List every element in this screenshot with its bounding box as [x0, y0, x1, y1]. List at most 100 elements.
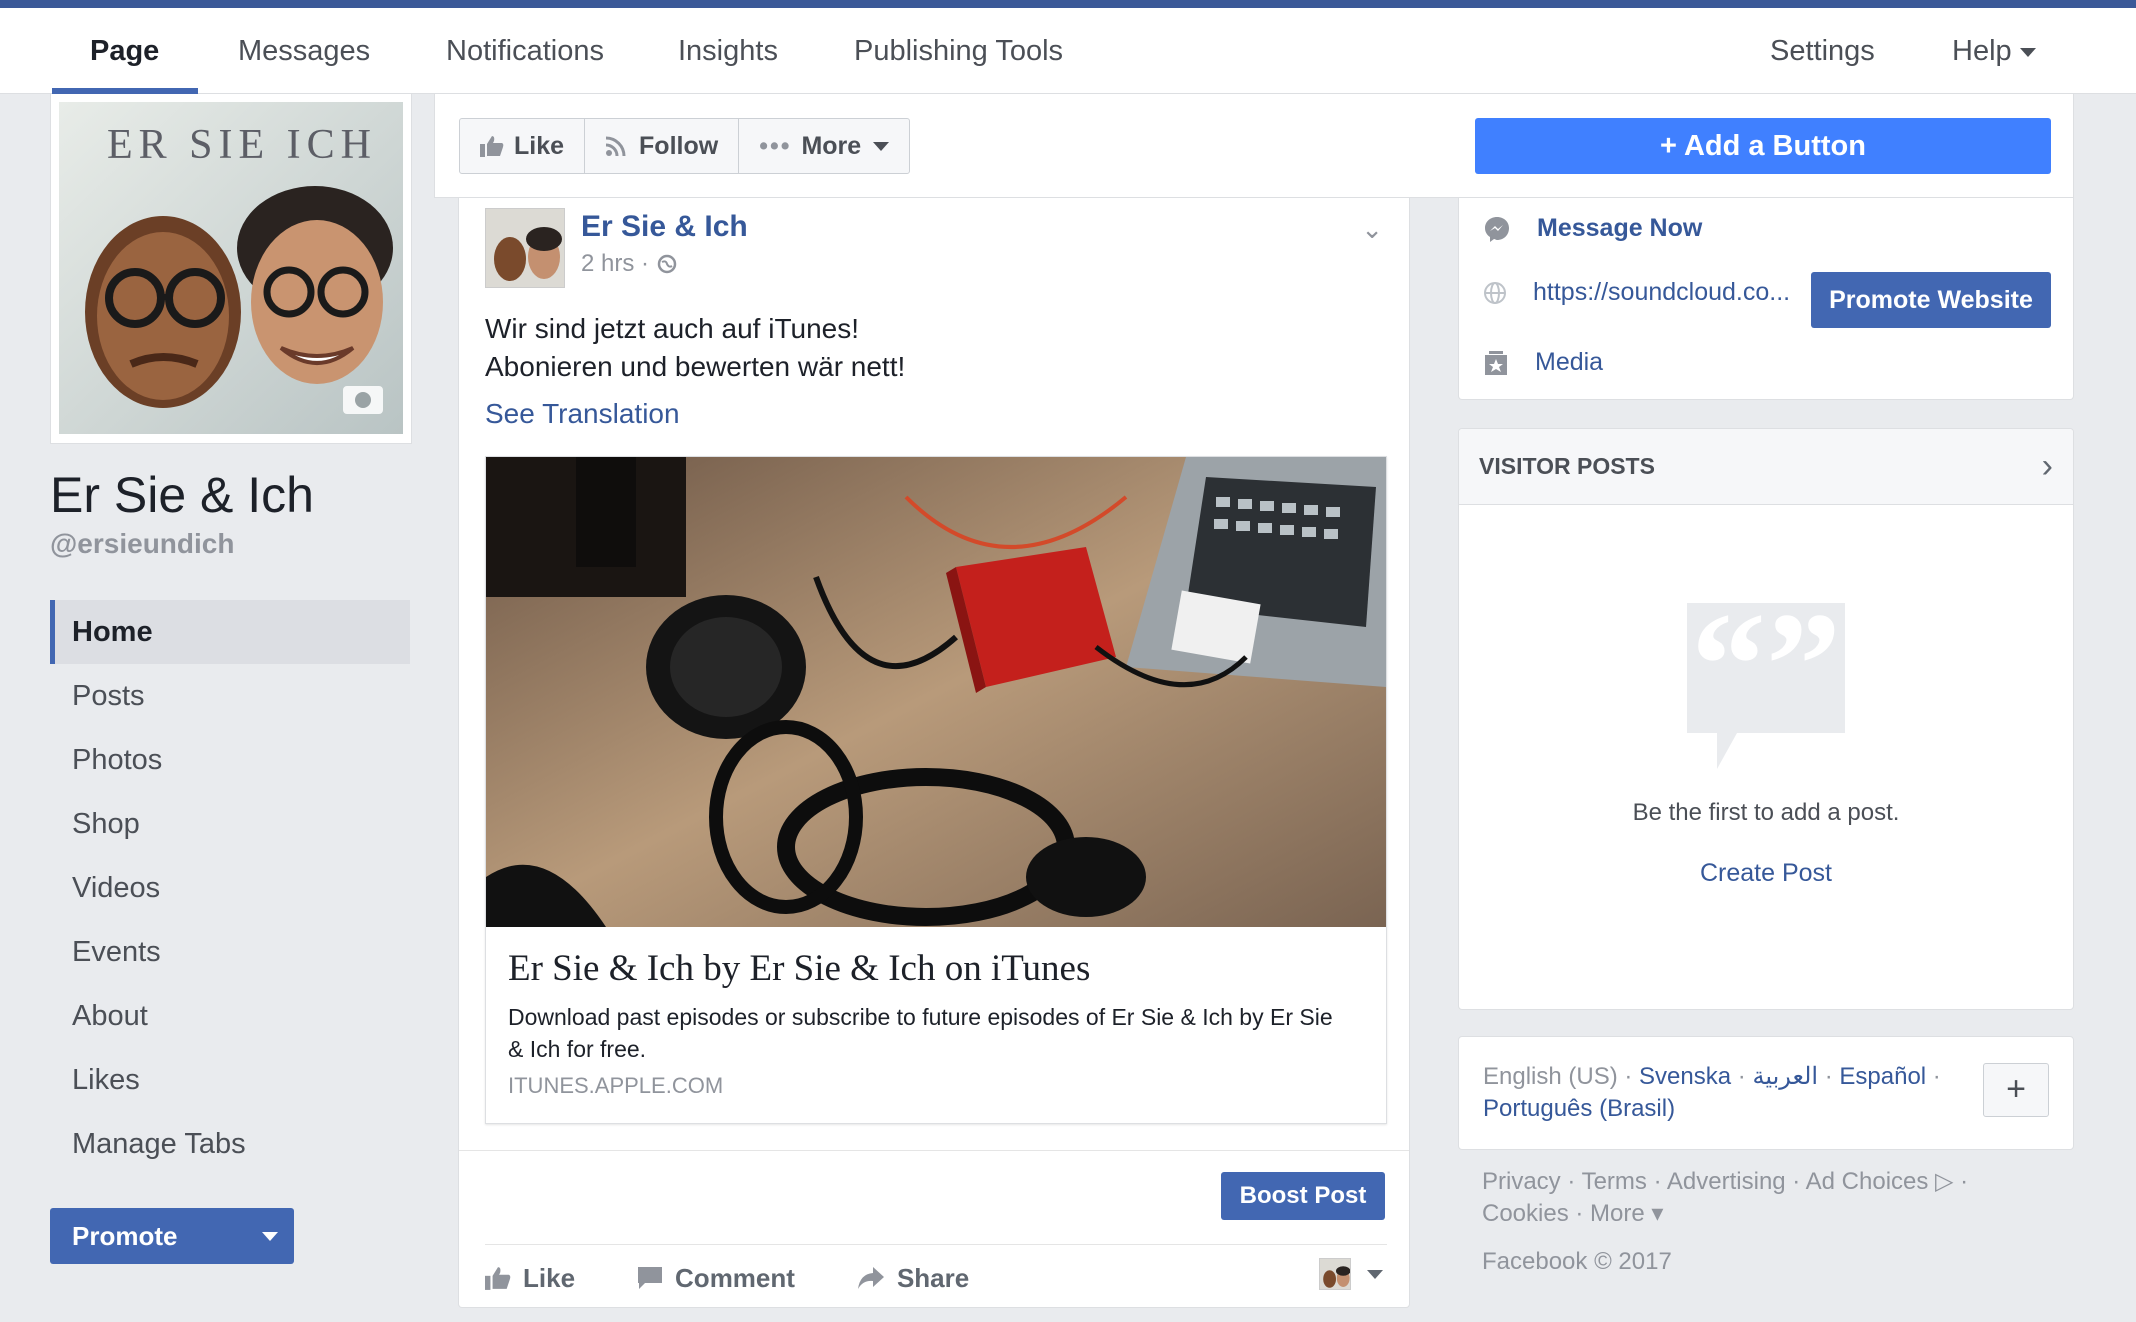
- page-action-bar: Like Follow ••• More + Add a Button: [434, 94, 2074, 198]
- nav-tab-notifications[interactable]: Notifications: [446, 8, 604, 94]
- nav-tab-page[interactable]: Page: [90, 8, 159, 94]
- avatar: [1319, 1258, 1351, 1290]
- left-nav-home[interactable]: Home: [50, 600, 410, 664]
- like-page-button[interactable]: Like: [460, 119, 586, 173]
- copyright: Facebook © 2017: [1482, 1248, 1672, 1275]
- language-svenska[interactable]: Svenska: [1639, 1063, 1731, 1090]
- visitor-posts-header[interactable]: VISITOR POSTS ›: [1459, 429, 2073, 505]
- chevron-down-icon: [2019, 47, 2036, 57]
- thumbs-up-icon: [480, 136, 504, 157]
- post-text-line: Wir sind jetzt auch auf iTunes!: [485, 313, 860, 344]
- language-separator: ·: [1737, 1063, 1746, 1090]
- messenger-icon: [1485, 216, 1509, 242]
- language-selector-card: English (US) · Svenska · العربية · Españ…: [1458, 1036, 2074, 1150]
- comment-icon: [638, 1267, 663, 1289]
- post-actions-bar: Like Comment Share: [485, 1256, 1387, 1300]
- language-separator: ·: [1932, 1063, 1941, 1090]
- quote-bubble-icon: “”: [1687, 603, 1845, 769]
- message-now-link[interactable]: Message Now: [1537, 214, 1702, 243]
- post-share-label: Share: [896, 1262, 970, 1293]
- nav-tab-messages[interactable]: Messages: [238, 8, 370, 94]
- nav-help[interactable]: Help: [1952, 8, 2036, 94]
- divider: [485, 1244, 1387, 1245]
- empty-state-text: Be the first to add a post.: [1632, 799, 1900, 826]
- boost-post-button[interactable]: Boost Post: [1221, 1172, 1385, 1220]
- create-post-link[interactable]: Create Post: [1459, 859, 2073, 888]
- left-nav-about[interactable]: About: [50, 984, 410, 1048]
- media-row[interactable]: Media: [1483, 348, 1603, 377]
- link-preview-card[interactable]: Er Sie & Ich by Er Sie & Ich on iTunes D…: [485, 456, 1387, 1124]
- left-nav-events[interactable]: Events: [50, 920, 410, 984]
- media-icon: [1485, 350, 1507, 375]
- website-row[interactable]: https://soundcloud.co...: [1483, 278, 1790, 307]
- more-label: More: [801, 132, 862, 160]
- post-body: Wir sind jetzt auch auf iTunes! Aboniere…: [485, 310, 905, 386]
- camera-icon[interactable]: [343, 386, 383, 414]
- language-separator: ·: [1824, 1063, 1833, 1090]
- podcast-setup-photo: [486, 457, 1386, 927]
- left-nav-posts[interactable]: Posts: [50, 664, 410, 728]
- profile-picture-image: ER SIE ICH: [59, 102, 403, 434]
- globe-icon: [1484, 281, 1506, 304]
- share-icon: [857, 1267, 884, 1289]
- media-link[interactable]: Media: [1535, 348, 1603, 377]
- page-info-card: Message Now https://soundcloud.co... Pro…: [1458, 198, 2074, 400]
- nav-help-label: Help: [1952, 35, 2012, 67]
- post-share-button[interactable]: Share: [857, 1263, 969, 1294]
- language-arabic[interactable]: العربية: [1752, 1063, 1818, 1090]
- chevron-right-icon[interactable]: ›: [2042, 447, 2053, 486]
- message-now-row[interactable]: Message Now: [1483, 214, 1702, 243]
- page-top-nav: Page Messages Notifications Insights Pub…: [0, 8, 2136, 94]
- promote-button[interactable]: Promote: [50, 1208, 294, 1264]
- more-languages-button[interactable]: +: [1983, 1063, 2049, 1117]
- page-title: Er Sie & Ich: [50, 467, 314, 523]
- post-text-line: Abonieren und bewerten wär nett!: [485, 351, 906, 382]
- follow-label: Follow: [639, 132, 719, 160]
- post-options-chevron-icon[interactable]: ⌄: [1361, 214, 1383, 245]
- avatar-image: [486, 209, 564, 287]
- cover-lettering: ER SIE ICH: [107, 122, 377, 168]
- language-espanol[interactable]: Español: [1839, 1063, 1926, 1090]
- language-list: English (US) · Svenska · العربية · Españ…: [1483, 1061, 1953, 1125]
- svg-text:“”: “”: [1691, 603, 1841, 748]
- chevron-down-icon: [262, 1232, 278, 1241]
- add-a-button[interactable]: + Add a Button: [1475, 118, 2051, 174]
- nav-tab-insights[interactable]: Insights: [678, 8, 778, 94]
- nav-tab-publishing-tools[interactable]: Publishing Tools: [854, 8, 1063, 94]
- post-timestamp-row: 2 hrs ·: [581, 250, 677, 278]
- chevron-down-icon: [873, 141, 890, 151]
- page-username[interactable]: @ersieundich: [50, 528, 234, 560]
- website-link[interactable]: https://soundcloud.co...: [1533, 278, 1790, 307]
- link-preview-title[interactable]: Er Sie & Ich by Er Sie & Ich on iTunes: [508, 947, 1090, 990]
- left-nav-shop[interactable]: Shop: [50, 792, 410, 856]
- post-timestamp[interactable]: 2 hrs ·: [581, 250, 649, 278]
- left-nav: Home Posts Photos Shop Videos Events Abo…: [50, 600, 410, 1176]
- chevron-down-icon: [1367, 1269, 1383, 1279]
- left-nav-videos[interactable]: Videos: [50, 856, 410, 920]
- page-actions-group: Like Follow ••• More: [459, 118, 911, 174]
- nav-settings[interactable]: Settings: [1770, 8, 1875, 94]
- link-preview-domain: ITUNES.APPLE.COM: [508, 1073, 724, 1098]
- promote-button-label: Promote: [72, 1221, 178, 1251]
- follow-button[interactable]: Follow: [585, 119, 740, 173]
- promote-website-button[interactable]: Promote Website: [1811, 272, 2051, 328]
- link-preview-description: Download past episodes or subscribe to f…: [508, 1004, 1333, 1062]
- left-nav-manage-tabs[interactable]: Manage Tabs: [50, 1112, 410, 1176]
- post-as-selector[interactable]: [1319, 1258, 1383, 1290]
- post-like-button[interactable]: Like: [485, 1263, 575, 1294]
- visitor-posts-title: VISITOR POSTS: [1479, 453, 1655, 479]
- more-button[interactable]: ••• More: [739, 119, 909, 173]
- language-portugues[interactable]: Português (Brasil): [1483, 1095, 1675, 1122]
- post-comment-label: Comment: [675, 1262, 795, 1293]
- avatar-image: [1320, 1259, 1350, 1289]
- footer-links[interactable]: Privacy · Terms · Advertising · Ad Choic…: [1482, 1166, 2042, 1230]
- left-nav-photos[interactable]: Photos: [50, 728, 410, 792]
- post-author-name[interactable]: Er Sie & Ich: [581, 210, 748, 244]
- post-comment-button[interactable]: Comment: [637, 1263, 795, 1294]
- see-translation-link[interactable]: See Translation: [485, 398, 680, 430]
- top-accent-bar: [0, 0, 2136, 8]
- left-nav-likes[interactable]: Likes: [50, 1048, 410, 1112]
- post-author-avatar[interactable]: [485, 208, 565, 288]
- link-preview-image: [486, 457, 1386, 927]
- profile-picture[interactable]: ER SIE ICH: [50, 94, 412, 444]
